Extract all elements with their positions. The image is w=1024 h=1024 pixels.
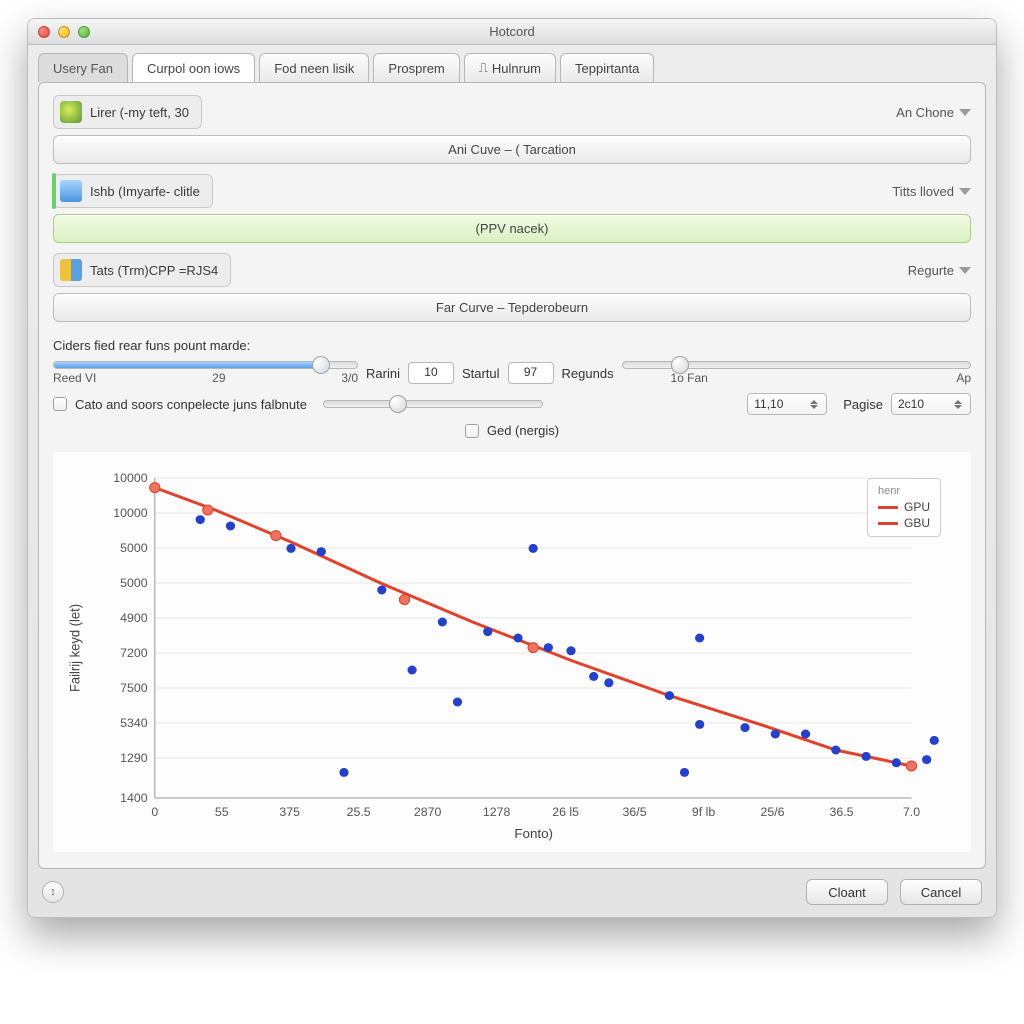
svg-text:5340: 5340 [120, 716, 148, 730]
footer: ↕ Cloant Cancel [28, 869, 996, 905]
section-1-dropdown[interactable]: An Chone [896, 105, 971, 120]
field-rarini[interactable]: 10 [408, 362, 454, 384]
globe-icon [60, 101, 82, 123]
cube-icon [60, 180, 82, 202]
section-chip-1[interactable]: Lirer (-my teft, 30 [53, 95, 202, 129]
section-chip-3[interactable]: Tats (Trm)CPP =RJS4 [53, 253, 231, 287]
help-button[interactable]: ↕ [42, 881, 64, 903]
chart: 10000 10000 5000 5000 4900 7200 7500 534… [53, 452, 971, 852]
svg-text:7200: 7200 [120, 646, 148, 660]
svg-text:7500: 7500 [120, 681, 148, 695]
section-3-dropdown[interactable]: Regurte [908, 263, 971, 278]
cloant-button[interactable]: Cloant [806, 879, 888, 905]
app-window: Hotcord Usery Fan Curpol oon iows Fod ne… [27, 18, 997, 918]
chevron-down-icon [959, 267, 971, 274]
svg-text:36/5: 36/5 [623, 805, 647, 819]
tab-curpol[interactable]: Curpol oon iows [132, 53, 255, 82]
tab-usery-fan[interactable]: Usery Fan [38, 53, 128, 82]
tab-prosprem[interactable]: Prosprem [373, 53, 459, 82]
slider-tick: 3/0 [341, 371, 358, 385]
svg-text:0: 0 [151, 805, 158, 819]
sort-icon: ↕ [50, 886, 56, 898]
checkbox-cato-label: Cato and soors conpelecte juns falbnute [75, 397, 307, 412]
svg-text:1278: 1278 [483, 805, 511, 819]
y-axis-label: Failrij keyd (let) [67, 604, 82, 692]
tab-fod-neen[interactable]: Fod neen lisik [259, 53, 369, 82]
chevron-down-icon [959, 188, 971, 195]
spin-pagise[interactable]: 2c10 [891, 393, 971, 415]
slider-tick: 29 [212, 371, 225, 385]
slider-mid[interactable] [323, 400, 543, 408]
section-2: Ishb (Imyarfe- clitle Titts lloved (PPV … [53, 174, 971, 243]
svg-text:10000: 10000 [113, 471, 148, 485]
tiles-icon [60, 259, 82, 281]
svg-text:2870: 2870 [414, 805, 442, 819]
svg-text:10000: 10000 [113, 506, 148, 520]
legend-header: henr [878, 485, 930, 497]
slider-regunds-label: Regunds [562, 366, 614, 381]
titlebar: Hotcord [28, 19, 996, 45]
svg-text:5000: 5000 [120, 576, 148, 590]
svg-text:4900: 4900 [120, 611, 148, 625]
section-2-button[interactable]: (PPV nacek) [53, 214, 971, 243]
checkbox-ged[interactable] [465, 424, 479, 438]
svg-text:1400: 1400 [120, 791, 148, 805]
field-startul[interactable]: 97 [508, 362, 554, 384]
svg-text:55: 55 [215, 805, 229, 819]
svg-text:26 l5: 26 l5 [552, 805, 579, 819]
svg-text:9f lb: 9f lb [692, 805, 716, 819]
section-1: Lirer (-my teft, 30 An Chone Ani Cuve – … [53, 95, 971, 164]
checkbox-ged-label: Ged (nergis) [487, 423, 559, 438]
controls: Ciders fied rear funs pount marde: Reed … [53, 338, 971, 438]
pagise-label: Pagise [843, 397, 883, 412]
svg-text:7.0: 7.0 [903, 805, 920, 819]
svg-text:25.5: 25.5 [347, 805, 371, 819]
svg-text:5000: 5000 [120, 541, 148, 555]
field-rarini-label: Rarini [366, 366, 400, 381]
tabbar: Usery Fan Curpol oon iows Fod neen lisik… [28, 45, 996, 82]
section-3-button[interactable]: Far Curve – Tepderobeurn [53, 293, 971, 322]
section-chip-2[interactable]: Ishb (Imyarfe- clitle [53, 174, 213, 208]
section-chip-3-label: Tats (Trm)CPP =RJS4 [90, 263, 218, 278]
chart-legend: henr GPU GBU [867, 478, 941, 537]
stepper-icon[interactable] [810, 400, 820, 409]
x-axis-label: Fonto) [514, 826, 553, 841]
close-icon[interactable] [38, 26, 50, 38]
slider-regunds[interactable] [622, 361, 971, 369]
traffic-lights [28, 19, 90, 44]
legend-swatch-icon [878, 522, 898, 525]
zoom-icon[interactable] [78, 26, 90, 38]
section-2-dropdown[interactable]: Titts lloved [892, 184, 971, 199]
svg-text:25/6: 25/6 [761, 805, 785, 819]
window-title: Hotcord [28, 19, 996, 45]
svg-text:375: 375 [279, 805, 300, 819]
legend-item: GPU [904, 500, 930, 514]
legend-item: GBU [904, 516, 930, 530]
tab-teppirtanta[interactable]: Teppirtanta [560, 53, 654, 82]
slider-tick: Reed VI [53, 371, 96, 385]
section-chip-2-label: Ishb (Imyarfe- clitle [90, 184, 200, 199]
panel: Lirer (-my teft, 30 An Chone Ani Cuve – … [38, 82, 986, 869]
minimize-icon[interactable] [58, 26, 70, 38]
controls-title: Ciders fied rear funs pount marde: [53, 338, 971, 353]
tab-hulnrum[interactable]: ⎍Hulnrum [464, 53, 556, 82]
chevron-down-icon [959, 109, 971, 116]
section-3: Tats (Trm)CPP =RJS4 Regurte Far Curve – … [53, 253, 971, 322]
glyph-icon: ⎍ [479, 60, 488, 76]
slider-reedvi[interactable] [53, 361, 358, 369]
field-startul-label: Startul [462, 366, 500, 381]
section-chip-1-label: Lirer (-my teft, 30 [90, 105, 189, 120]
svg-text:1290: 1290 [120, 751, 148, 765]
stepper-icon[interactable] [954, 400, 964, 409]
section-1-button[interactable]: Ani Cuve – ( Tarcation [53, 135, 971, 164]
cancel-button[interactable]: Cancel [900, 879, 982, 905]
spin-1[interactable]: 11,10 [747, 393, 827, 415]
slider-tick: Ap [956, 371, 971, 385]
legend-swatch-icon [878, 506, 898, 509]
svg-text:36.5: 36.5 [830, 805, 854, 819]
checkbox-cato[interactable] [53, 397, 67, 411]
